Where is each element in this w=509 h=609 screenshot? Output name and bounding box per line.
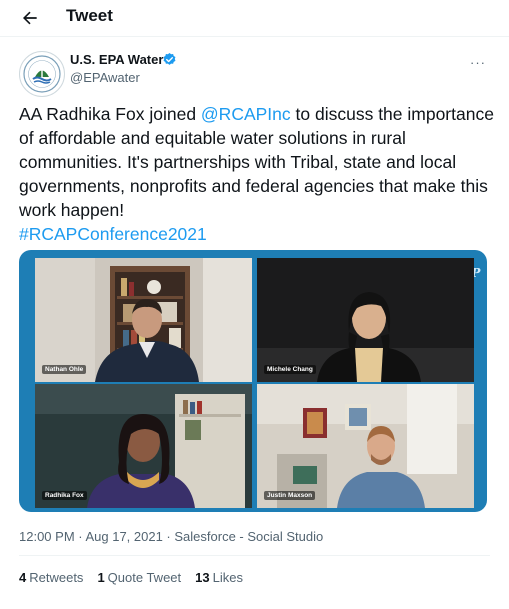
mention-link[interactable]: @RCAPInc <box>201 104 291 124</box>
video-tile-image <box>257 258 474 382</box>
verified-badge-icon <box>163 52 176 65</box>
video-tile: Nathan Ohle <box>35 258 252 382</box>
tweet-media[interactable]: RCAP Nathan Ohle <box>19 250 487 512</box>
video-tile-image <box>257 384 474 508</box>
participant-name: Nathan Ohle <box>42 365 87 374</box>
author-handle[interactable]: @EPAwater <box>70 70 140 85</box>
likes-label: Likes <box>212 570 243 585</box>
avatar[interactable] <box>19 51 65 97</box>
participant-name: Michele Chang <box>264 365 316 374</box>
video-tile-image <box>35 384 252 508</box>
retweets-stat[interactable]: 4 Retweets <box>19 570 83 585</box>
tweet-header: Tweet <box>0 0 509 37</box>
hashtag-link[interactable]: #RCAPConference2021 <box>19 224 207 244</box>
tweet-text: AA Radhika Fox joined @RCAPInc to discus… <box>19 102 494 246</box>
author-name[interactable]: U.S. EPA Water <box>70 52 163 67</box>
quotes-label: Quote Tweet <box>107 570 182 585</box>
retweets-count: 4 <box>19 570 27 585</box>
engagement-stats: 4 Retweets 1 Quote Tweet 13 Likes <box>19 570 243 585</box>
video-tile: Michele Chang <box>257 258 474 382</box>
quote-tweets-stat[interactable]: 1 Quote Tweet <box>97 570 181 585</box>
page-title: Tweet <box>66 6 113 25</box>
likes-stat[interactable]: 13 Likes <box>195 570 243 585</box>
video-tile-image <box>35 258 252 382</box>
divider <box>19 555 490 556</box>
video-tile: Radhika Fox <box>35 384 252 508</box>
back-arrow-icon[interactable] <box>20 8 40 28</box>
tweet-timestamp[interactable]: 12:00 PM · Aug 17, 2021 · Salesforce - S… <box>19 529 323 544</box>
likes-count: 13 <box>195 570 210 585</box>
video-tile: Justin Maxson <box>257 384 474 508</box>
participant-name: Radhika Fox <box>42 491 87 500</box>
quotes-count: 1 <box>97 570 105 585</box>
retweets-label: Retweets <box>29 570 84 585</box>
more-options-icon[interactable]: ··· <box>470 55 486 70</box>
epa-logo-icon <box>23 55 61 93</box>
tweet-text-body: AA Radhika Fox joined <box>19 104 201 124</box>
participant-name: Justin Maxson <box>264 491 316 500</box>
